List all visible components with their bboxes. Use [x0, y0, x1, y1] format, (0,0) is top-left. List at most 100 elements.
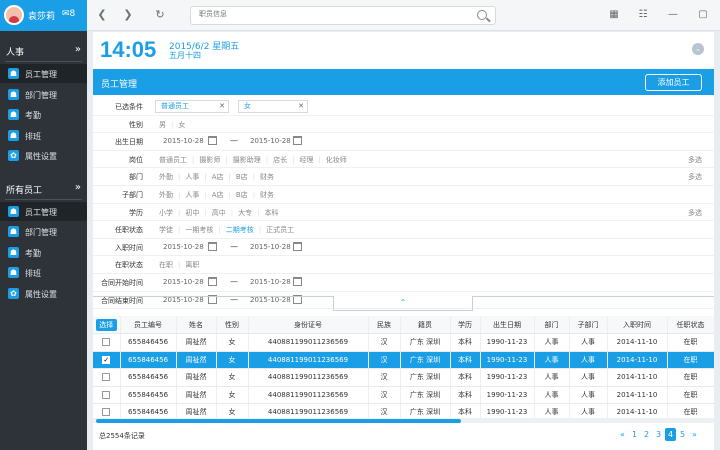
sidebar-item[interactable]: ✿ 属性设置	[0, 146, 87, 165]
forward-button[interactable]: ❯	[117, 6, 139, 24]
filter-option[interactable]: A店	[212, 173, 224, 181]
calendar-icon[interactable]	[293, 241, 302, 251]
filter-option[interactable]: 经理	[299, 156, 313, 164]
user-name[interactable]: 袁莎莉	[28, 9, 55, 22]
collapse-filters-button[interactable]: ⌃	[333, 296, 473, 311]
sidebar-item[interactable]: ☗ 员工管理	[0, 64, 87, 83]
filter-option[interactable]: B店	[236, 173, 248, 181]
multi-select-toggle[interactable]: 多选	[688, 155, 702, 165]
filter-option[interactable]: 二期考核	[226, 226, 254, 234]
multi-select-toggle[interactable]: 多选	[688, 208, 702, 218]
table-row[interactable]: 655846456 周祉然女 440881199011236569 汉广东 深圳 本科 1…	[93, 386, 715, 404]
filter-option[interactable]: 离职	[185, 261, 199, 269]
calendar-icon[interactable]	[293, 276, 302, 286]
maximize-button[interactable]: ▢	[688, 0, 718, 30]
filter-option[interactable]: 小学	[159, 209, 173, 217]
remove-chip-icon[interactable]: ✕	[298, 101, 304, 112]
filter-label: 部门	[129, 173, 143, 182]
table-row[interactable]: 655846456 周祉然女 440881199011236569 汉广东 深圳 本科 1…	[93, 333, 715, 352]
table-cell: 本科	[450, 333, 481, 352]
filter-option[interactable]: 外勤	[159, 191, 173, 199]
filter-option[interactable]: A店	[212, 191, 224, 199]
calendar-icon[interactable]	[208, 136, 217, 146]
filter-option[interactable]: 摄影助理	[233, 156, 261, 164]
collapse-icon[interactable]: ⌄	[692, 43, 704, 55]
filter-option[interactable]: 一期考核	[185, 226, 213, 234]
filter-option[interactable]: 学徒	[159, 226, 173, 234]
search-input[interactable]	[199, 10, 459, 18]
sidebar-section[interactable]: 所有员工 »	[0, 178, 87, 200]
sidebar-item[interactable]: ✿ 属性设置	[0, 284, 87, 303]
filter-option[interactable]: 大专	[238, 209, 252, 217]
filter-option[interactable]: 本科	[264, 209, 278, 217]
calendar-icon[interactable]	[208, 241, 217, 251]
sidebar-item[interactable]: ☗ 部门管理	[0, 85, 87, 104]
filter-option[interactable]: 高中	[212, 209, 226, 217]
refresh-button[interactable]: ↻	[149, 6, 171, 24]
filter-option[interactable]: 店长	[273, 156, 287, 164]
skin-icon[interactable]: ☷	[628, 0, 658, 30]
filter-option[interactable]: 初中	[185, 209, 199, 217]
filter-option[interactable]: 正式员工	[266, 226, 294, 234]
settings-icon: ✿	[8, 150, 19, 161]
filter-option[interactable]: 女	[178, 121, 185, 129]
expand-icon[interactable]: »	[75, 44, 81, 55]
table-cell: 本科	[450, 368, 481, 387]
filter-option[interactable]: 财务	[260, 191, 274, 199]
calendar-icon[interactable]	[293, 136, 302, 146]
sidebar-section[interactable]: 人事 »	[0, 40, 87, 62]
filter-label: 合同开始时间	[101, 278, 143, 287]
add-employee-button[interactable]: 添加员工	[645, 74, 702, 91]
row-checkbox[interactable]	[102, 390, 111, 399]
filter-option[interactable]: B店	[236, 191, 248, 199]
filter-option[interactable]: 普通员工	[159, 156, 187, 164]
minimize-button[interactable]: —	[658, 0, 688, 30]
filter-option[interactable]: 化妆师	[326, 156, 347, 164]
mail-indicator[interactable]: ✉8	[62, 9, 75, 19]
filter-chip[interactable]: 普通员工 ✕	[155, 100, 229, 113]
page-button[interactable]: 1	[629, 428, 640, 441]
multi-select-toggle[interactable]: 多选	[688, 172, 702, 182]
sidebar-item[interactable]: ☗ 排班	[0, 263, 87, 282]
row-checkbox[interactable]	[102, 373, 111, 382]
separator: |	[292, 155, 295, 164]
filter-option[interactable]: 人事	[185, 191, 199, 199]
page-button[interactable]: 2	[641, 428, 652, 441]
select-all-label[interactable]: 选择	[95, 318, 117, 331]
sidebar-item[interactable]: ☗ 员工管理	[0, 201, 87, 221]
grid-icon[interactable]: ▦	[599, 0, 629, 30]
expand-icon[interactable]: »	[75, 182, 81, 193]
table-cell: 440881199011236569	[248, 333, 369, 352]
row-checkbox[interactable]	[102, 408, 111, 417]
table-cell: 汉	[368, 333, 401, 352]
filter-option[interactable]: 人事	[185, 173, 199, 181]
remove-chip-icon[interactable]: ✕	[219, 101, 225, 112]
sidebar-item[interactable]: ☗ 考勤	[0, 105, 87, 124]
search-box[interactable]	[190, 6, 496, 25]
avatar[interactable]	[4, 5, 24, 25]
prev-page-button[interactable]: «	[617, 428, 628, 441]
table-row[interactable]: ✓ 655846456 周祉然女 440881199011236569 汉广东 深圳 本科…	[93, 351, 715, 369]
row-checkbox[interactable]: ✓	[102, 355, 111, 364]
next-page-button[interactable]: »	[689, 428, 700, 441]
select-column-header[interactable]: 选择	[93, 316, 121, 334]
table-row[interactable]: 655846456 周祉然女 440881199011236569 汉广东 深圳 本科 1…	[93, 368, 715, 387]
filter-option[interactable]: 财务	[260, 173, 274, 181]
filter-chip[interactable]: 女 ✕	[238, 100, 308, 113]
calendar-icon[interactable]	[208, 276, 217, 286]
page-button[interactable]: 3	[653, 428, 664, 441]
filter-options: 男 | 女	[159, 120, 190, 130]
filter-option[interactable]: 摄影师	[199, 156, 220, 164]
filter-option[interactable]: 男	[159, 121, 166, 129]
sidebar-item[interactable]: ☗ 考勤	[0, 243, 87, 262]
page-button[interactable]: 5	[677, 428, 688, 441]
page-button[interactable]: 4	[665, 428, 676, 441]
sidebar-item-label: 属性设置	[25, 152, 57, 161]
filter-option[interactable]: 在职	[159, 261, 173, 269]
filter-option[interactable]: 外勤	[159, 173, 173, 181]
sidebar-item[interactable]: ☗ 部门管理	[0, 222, 87, 241]
sidebar-item[interactable]: ☗ 排班	[0, 126, 87, 145]
search-icon[interactable]	[477, 10, 487, 20]
row-checkbox[interactable]	[102, 338, 111, 347]
back-button[interactable]: ❮	[91, 6, 113, 24]
